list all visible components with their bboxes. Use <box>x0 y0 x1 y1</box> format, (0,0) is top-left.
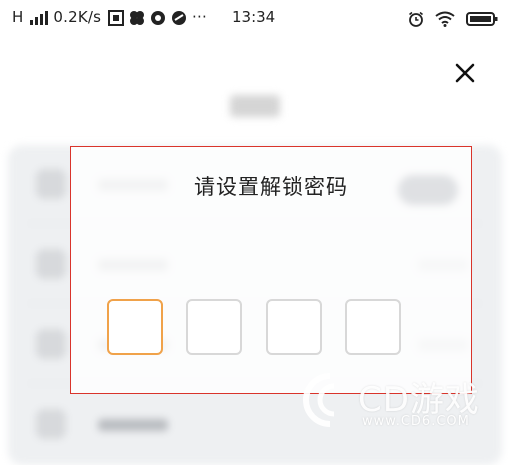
pin-digit-box-3[interactable] <box>266 299 322 355</box>
dialog-title: 请设置解锁密码 <box>194 175 348 199</box>
setting-icon <box>36 169 66 199</box>
battery-icon <box>466 11 498 26</box>
setting-icon <box>36 249 66 279</box>
app-icon <box>108 9 125 26</box>
settings-row <box>28 405 488 445</box>
close-icon[interactable] <box>450 58 480 88</box>
network-speed: 0.2K/s <box>53 8 102 26</box>
app-icon <box>172 10 187 25</box>
network-type: H <box>12 8 24 26</box>
alarm-icon <box>408 11 423 27</box>
more-indicator: ··· <box>192 8 207 26</box>
setting-icon <box>36 409 66 439</box>
pin-digit-box-1[interactable] <box>107 299 163 355</box>
status-bar: H 0.2K/s ··· 13:34 <box>0 0 510 36</box>
app-icon <box>130 10 145 25</box>
signal-icon <box>30 10 49 25</box>
setting-icon <box>36 329 66 359</box>
pin-digit-box-4[interactable] <box>345 299 401 355</box>
status-right <box>402 8 498 27</box>
wifi-icon <box>435 11 455 27</box>
status-left: H 0.2K/s ··· <box>12 8 209 26</box>
page-title-placeholder <box>230 95 280 117</box>
app-icon <box>151 10 166 25</box>
pin-digit-box-2[interactable] <box>186 299 242 355</box>
clock: 13:34 <box>232 8 276 26</box>
set-password-dialog: 请设置解锁密码 <box>70 146 472 394</box>
